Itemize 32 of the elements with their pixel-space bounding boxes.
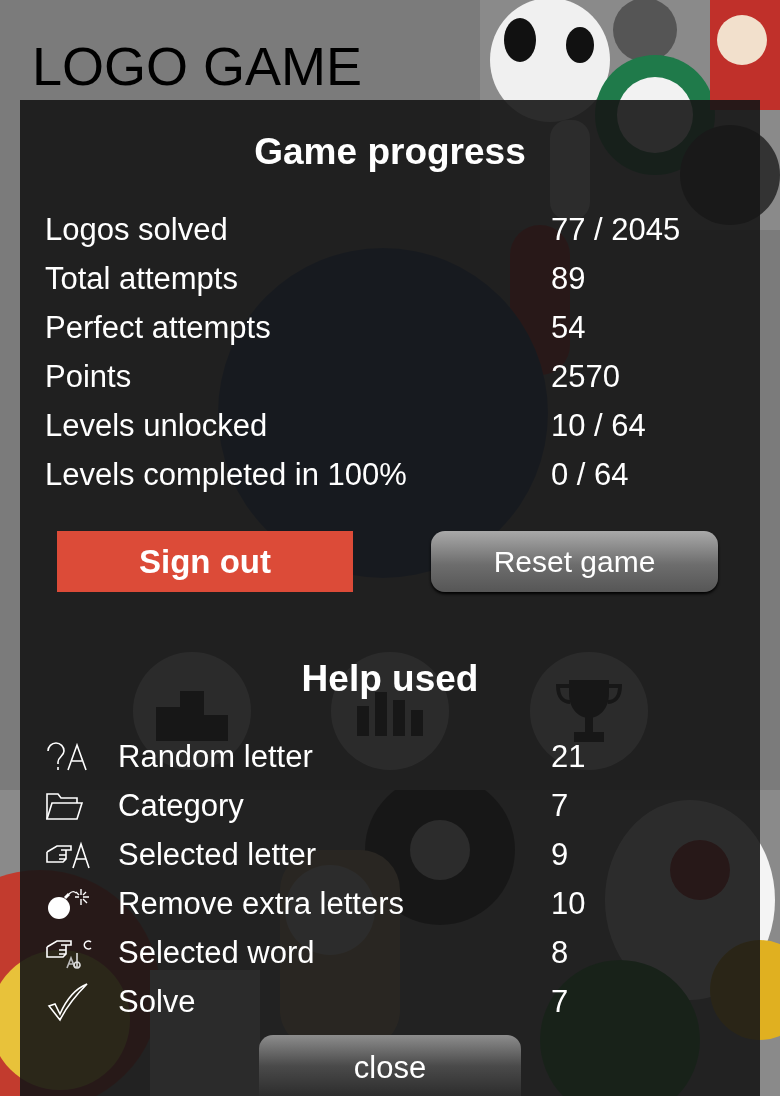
- stat-value: 2570: [551, 358, 621, 395]
- stat-value: 89: [551, 260, 587, 297]
- reset-button[interactable]: Reset game: [431, 531, 718, 592]
- help-label: Selected word: [118, 934, 316, 971]
- stat-label: Levels unlocked: [45, 407, 269, 444]
- help-count: 21: [551, 738, 587, 775]
- dialog-title: Game progress: [253, 130, 527, 174]
- help-label: Category: [118, 787, 245, 824]
- section-title: Help used: [300, 657, 480, 701]
- help-label: Remove extra letters: [118, 885, 405, 922]
- stat-label: Perfect attempts: [45, 309, 272, 346]
- help-count: 7: [551, 787, 570, 824]
- stat-label: Points: [45, 358, 133, 395]
- stat-label: Levels completed in 100%: [45, 456, 408, 493]
- help-count: 7: [551, 983, 570, 1020]
- help-label: Solve: [118, 983, 197, 1020]
- close-button[interactable]: close: [259, 1035, 521, 1096]
- stat-label: Total attempts: [45, 260, 239, 297]
- stat-value: 10 / 64: [551, 407, 647, 444]
- help-count: 10: [551, 885, 587, 922]
- help-count: 9: [551, 836, 570, 873]
- check-icon: [45, 981, 89, 1022]
- help-label: Random letter: [118, 738, 314, 775]
- stat-label: Logos solved: [45, 211, 229, 248]
- help-count: 8: [551, 934, 570, 971]
- help-label: Selected letter: [118, 836, 318, 873]
- stat-value: 77 / 2045: [551, 211, 682, 248]
- app-title: LOGO GAME: [32, 36, 363, 96]
- sign-out-button[interactable]: Sign out: [57, 531, 353, 592]
- stat-value: 54: [551, 309, 587, 346]
- stat-value: 0 / 64: [551, 456, 630, 493]
- folder-icon: [45, 790, 83, 821]
